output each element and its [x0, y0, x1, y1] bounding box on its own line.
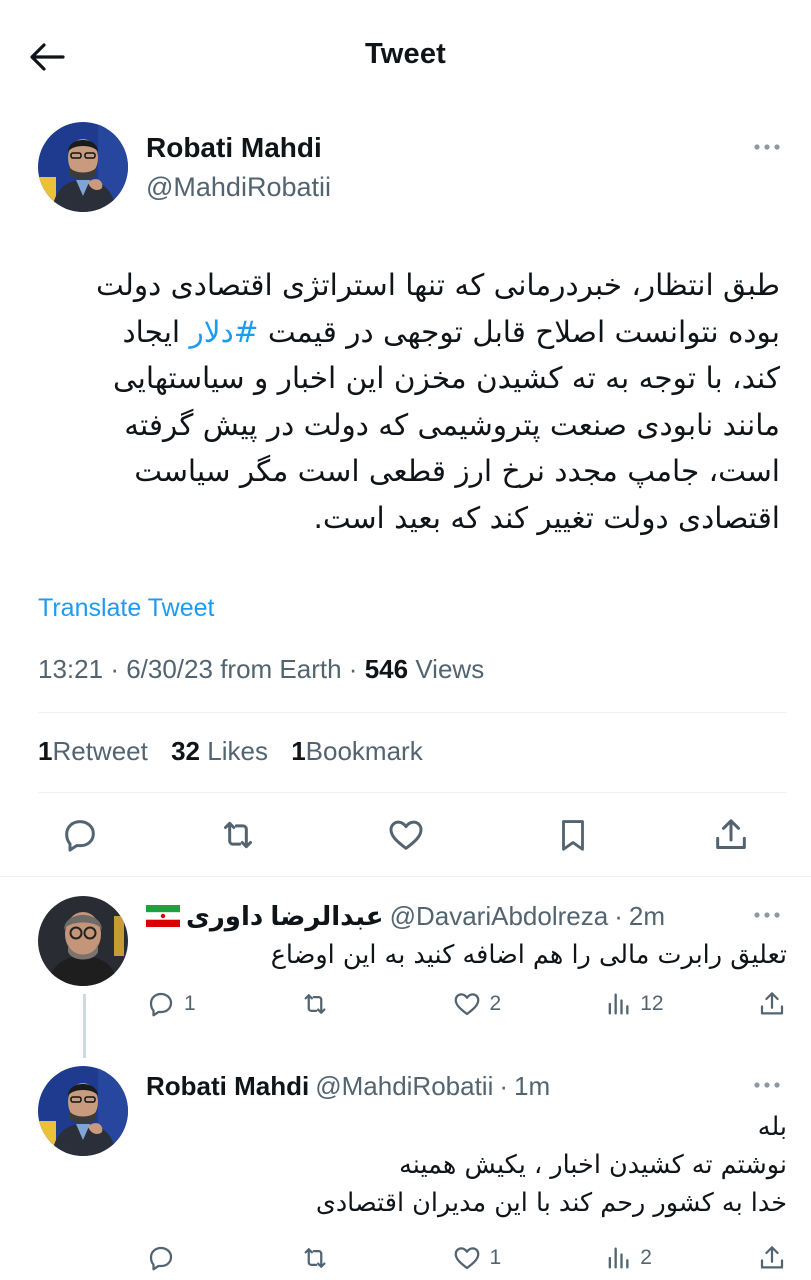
hashtag-link[interactable]: #دلار: [190, 315, 259, 349]
retweet-button[interactable]: [299, 1243, 359, 1273]
tweet-time[interactable]: 13:21: [38, 654, 103, 684]
reply-button[interactable]: [146, 1243, 206, 1273]
more-options-button[interactable]: [747, 1070, 787, 1100]
share-button[interactable]: [757, 1243, 787, 1273]
share-icon: [760, 992, 784, 1015]
reply-icon: [65, 820, 95, 852]
more-options-button[interactable]: [747, 900, 787, 930]
tweet-source: from Earth: [220, 654, 342, 684]
reply-time[interactable]: 1m: [514, 1071, 550, 1102]
bookmark-icon: [562, 820, 585, 851]
tweet-action-bar: [60, 808, 751, 862]
author-handle[interactable]: @MahdiRobatii: [146, 172, 331, 203]
tweet-line: بوده نتوانست اصلاح قابل توجهی در قیمت #د…: [122, 314, 780, 349]
share-button[interactable]: [757, 989, 787, 1019]
tweet-line: کند، با توجه به ته کشیدن مخزن این اخبار …: [113, 361, 780, 395]
reply-count: 1: [184, 992, 196, 1015]
more-dots-icon: [754, 144, 780, 150]
avatar[interactable]: [38, 122, 128, 212]
reply-text: تعلیق رابرت مالی را هم اضافه کنید به این…: [270, 940, 787, 970]
author-name[interactable]: Robati Mahdi: [146, 132, 322, 164]
bookmark-button[interactable]: [523, 808, 623, 862]
tweet-stats: 1Retweet 32 Likes 1Bookmark: [38, 736, 423, 767]
reply-author-handle[interactable]: @DavariAbdolreza: [390, 901, 609, 932]
more-options-button[interactable]: [747, 132, 787, 162]
like-button[interactable]: 1: [452, 1243, 512, 1273]
views-button[interactable]: 2: [604, 1244, 664, 1272]
analytics-icon: [608, 993, 629, 1015]
views-button[interactable]: 12: [604, 990, 664, 1018]
divider: [38, 712, 787, 713]
reply-author-name[interactable]: عبدالرضا داوری: [186, 901, 384, 932]
like-count: 2: [489, 992, 502, 1015]
reply-action-bar: 1 2 12: [146, 984, 787, 1024]
translate-tweet-link[interactable]: Translate Tweet: [38, 594, 214, 623]
retweet-icon: [223, 821, 252, 849]
reply-button[interactable]: 1: [146, 989, 206, 1019]
likes-stat[interactable]: 32 Likes: [171, 736, 268, 766]
thread-connector: [83, 994, 86, 1058]
share-icon: [760, 1246, 784, 1269]
bookmarks-stat[interactable]: 1Bookmark: [291, 736, 423, 766]
retweet-button[interactable]: [188, 808, 288, 862]
reply-button[interactable]: [60, 808, 120, 862]
view-count: 2: [640, 1246, 652, 1269]
reply-icon: [149, 992, 173, 1017]
reply-author-name[interactable]: Robati Mahdi: [146, 1071, 309, 1102]
reply-tweet[interactable]: عبدالرضا داوری @DavariAbdolreza · 2m تعل…: [38, 896, 787, 1036]
tweet-line: مانند نابودی صنعت پتروشیمی که دولت در پی…: [124, 407, 780, 442]
tweet-meta: 13:21 · 6/30/23 from Earth · 546 Views: [38, 654, 485, 684]
reply-icon: [149, 1246, 173, 1271]
share-button[interactable]: [691, 808, 751, 862]
views-count: 546: [364, 654, 409, 684]
tweet-line: طبق انتظار، خبردرمانی که تنها استراتژی ا…: [95, 268, 780, 302]
heart-icon: [454, 993, 479, 1016]
reply-text: بله نوشتم ته کشیدن اخبار ، یکیش همینه خد…: [315, 1112, 787, 1218]
heart-icon: [454, 1247, 479, 1270]
iran-flag-icon: [146, 905, 180, 927]
retweet-icon: [304, 994, 326, 1014]
retweets-stat[interactable]: 1Retweet: [38, 736, 148, 766]
reply-header: عبدالرضا داوری @DavariAbdolreza · 2m: [146, 896, 731, 936]
tweet-line: است، جامپ مجدد نرخ ارز قطعی است مگر سیاس…: [134, 454, 780, 488]
view-count: 12: [640, 992, 664, 1015]
analytics-icon: [608, 1247, 629, 1269]
more-dots-icon: [754, 912, 780, 918]
tweet-author: Robati Mahdi @MahdiRobatii: [38, 122, 787, 214]
tweet-line: اقتصادی دولت تغییر کند که بعید است.: [313, 500, 781, 535]
retweet-button[interactable]: [299, 989, 359, 1019]
divider: [0, 876, 811, 877]
avatar[interactable]: [38, 896, 128, 986]
reply-tweet[interactable]: Robati Mahdi @MahdiRobatii · 1m بله نوشت…: [38, 1066, 787, 1276]
like-count: 1: [489, 1246, 502, 1269]
views-label: Views: [415, 654, 485, 684]
more-dots-icon: [754, 1082, 780, 1088]
heart-icon: [389, 820, 422, 850]
reply-author-handle[interactable]: @MahdiRobatii: [315, 1071, 493, 1102]
reply-header: Robati Mahdi @MahdiRobatii · 1m: [146, 1070, 551, 1102]
reply-action-bar: 1 2: [146, 1238, 787, 1278]
share-icon: [716, 819, 746, 849]
tweet-date[interactable]: 6/30/23: [126, 654, 213, 684]
tweet-text: طبق انتظار، خبردرمانی که تنها استراتژی ا…: [36, 262, 780, 541]
like-button[interactable]: [356, 808, 456, 862]
like-button[interactable]: 2: [452, 989, 512, 1019]
retweet-icon: [304, 1248, 326, 1268]
avatar[interactable]: [38, 1066, 128, 1156]
page-title: Tweet: [364, 38, 447, 70]
top-bar: Tweet: [0, 0, 811, 112]
divider: [38, 792, 787, 793]
reply-time[interactable]: 2m: [629, 901, 665, 932]
